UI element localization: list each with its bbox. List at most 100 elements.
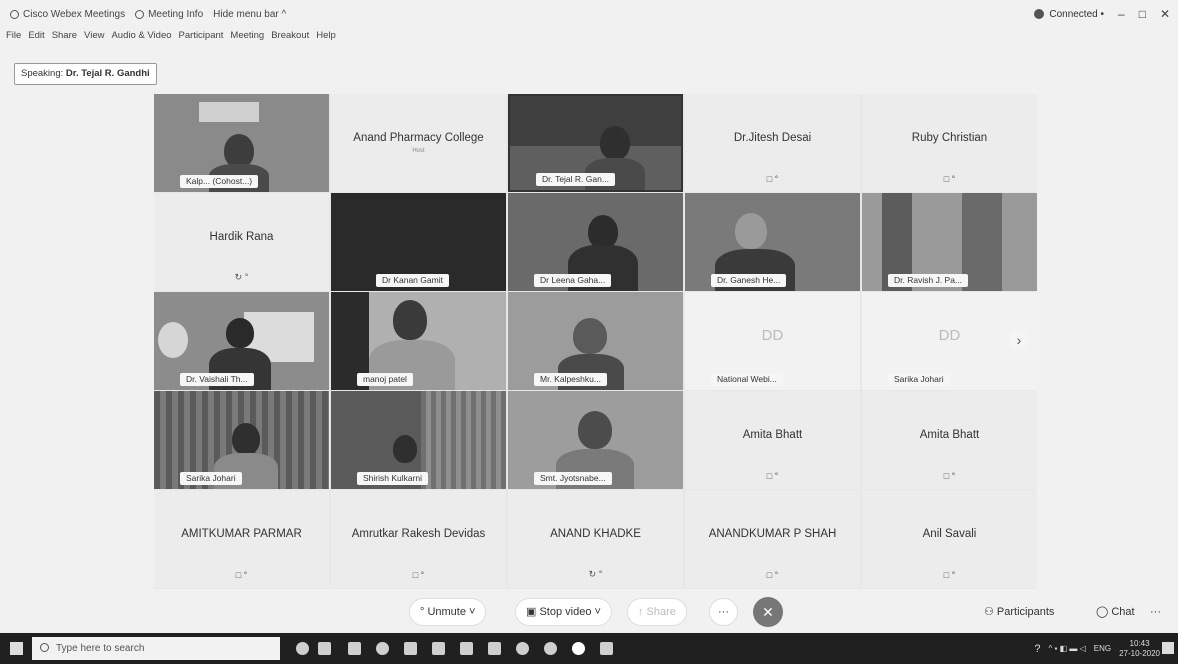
participant-head: [735, 213, 767, 249]
participant-tile[interactable]: ANAND KHADKE ↻ °: [508, 490, 683, 588]
participant-label: Dr Kanan Gamit: [376, 274, 449, 287]
notifications-icon[interactable]: [1162, 642, 1174, 654]
participant-tile[interactable]: Amrutkar Rakesh Devidas □ °: [331, 490, 506, 588]
participant-tile[interactable]: AMITKUMAR PARMAR □ °: [154, 490, 329, 588]
menu-view[interactable]: View: [84, 30, 104, 46]
avatar: DD: [761, 327, 784, 344]
participant-label: Sarika Johari: [180, 472, 242, 485]
more-options-button[interactable]: ···: [710, 599, 737, 625]
menu-audio-video[interactable]: Audio & Video: [111, 30, 171, 46]
cortana-icon[interactable]: [296, 642, 309, 655]
info-icon: [135, 9, 145, 19]
store-icon[interactable]: [404, 642, 417, 655]
end-meeting-button[interactable]: ✕: [753, 597, 783, 627]
minimize-button[interactable]: –: [1118, 7, 1125, 21]
app-title[interactable]: Cisco Webex Meetings: [10, 9, 125, 20]
menu-help[interactable]: Help: [316, 30, 336, 46]
status-icons: □ °: [943, 471, 956, 481]
edge-icon[interactable]: [376, 642, 389, 655]
participant-head: [224, 134, 254, 168]
share-button[interactable]: ↑ Share: [628, 599, 686, 625]
participant-tile[interactable]: Anand Pharmacy College Host: [331, 94, 506, 192]
participant-tile[interactable]: manoj patel: [331, 292, 506, 390]
participant-tile[interactable]: Mr. Kalpeshku...: [508, 292, 683, 390]
app-icon[interactable]: [516, 642, 529, 655]
title-bar: Cisco Webex Meetings Meeting Info Hide m…: [0, 0, 1178, 28]
participant-tile[interactable]: Dr. Ravish J. Pa...: [862, 193, 1037, 291]
participant-tile[interactable]: Shirish Kulkarni: [331, 391, 506, 489]
chrome-icon[interactable]: [544, 642, 557, 655]
participant-tile[interactable]: Amita Bhatt □ °: [862, 391, 1037, 489]
connection-status[interactable]: Connected •: [1049, 9, 1104, 20]
status-icons: □ °: [943, 174, 956, 184]
participant-label: Kalp... (Cohost...): [180, 175, 259, 188]
participant-name: Amrutkar Rakesh Devidas: [351, 528, 486, 540]
participant-tile[interactable]: Dr. Vaishali Th...: [154, 292, 329, 390]
unmute-button[interactable]: ° Unmute ˅: [410, 599, 486, 625]
menu-participant[interactable]: Participant: [179, 30, 224, 46]
stop-video-button[interactable]: ▣ Stop video ˅: [516, 599, 611, 625]
status-icons: ↻ °: [588, 569, 603, 579]
participant-tile[interactable]: DD National Webi...: [685, 292, 860, 390]
participant-tile[interactable]: Ruby Christian □ °: [862, 94, 1037, 192]
participant-tile[interactable]: DD › Sarika Johari: [862, 292, 1037, 390]
participant-tile[interactable]: Sarika Johari: [154, 391, 329, 489]
previous-page-button[interactable]: [158, 322, 188, 358]
status-icons: □ °: [235, 570, 248, 580]
app-icon[interactable]: [432, 642, 445, 655]
participant-tile[interactable]: Dr.Jitesh Desai □ °: [685, 94, 860, 192]
active-speaker-tile[interactable]: Dr. Tejal R. Gan...: [508, 94, 683, 192]
hide-menu-bar-button[interactable]: Hide menu bar ^: [213, 9, 286, 20]
participant-tile[interactable]: Dr. Ganesh He...: [685, 193, 860, 291]
participant-tile[interactable]: Kalp... (Cohost...): [154, 94, 329, 192]
menu-breakout[interactable]: Breakout: [271, 30, 309, 46]
participant-head: [393, 300, 427, 340]
menu-meeting[interactable]: Meeting: [230, 30, 264, 46]
task-view-icon[interactable]: [318, 642, 331, 655]
close-button[interactable]: ✕: [1160, 7, 1170, 21]
background-shelf: [510, 96, 681, 146]
status-icons: □ °: [412, 570, 425, 580]
app-icon[interactable]: [488, 642, 501, 655]
tray-icons[interactable]: ^ ▪ ◧ ▬ ◁: [1049, 644, 1086, 653]
participant-tile[interactable]: Smt. Jyotsnabe...: [508, 391, 683, 489]
participant-tile[interactable]: Hardik Rana ↻ °: [154, 193, 329, 291]
participant-label: Dr Leena Gaha...: [534, 274, 612, 287]
mail-icon[interactable]: [460, 642, 473, 655]
word-icon[interactable]: [600, 642, 613, 655]
connected-icon: [1034, 9, 1045, 19]
participant-label: Smt. Jyotsnabe...: [534, 472, 612, 485]
participant-label: National Webi...: [711, 373, 783, 386]
participant-name: Hardik Rana: [209, 231, 274, 243]
participant-name: ANAND KHADKE: [550, 528, 641, 540]
participant-name: Amita Bhatt: [742, 429, 803, 441]
background-frame: [199, 102, 259, 122]
file-explorer-icon[interactable]: [348, 642, 361, 655]
menu-edit[interactable]: Edit: [28, 30, 44, 46]
clock[interactable]: 10:43 27-10-2020: [1119, 639, 1160, 659]
status-icons: ↻ °: [234, 272, 249, 282]
taskbar-search[interactable]: Type here to search: [32, 637, 280, 660]
maximize-button[interactable]: □: [1139, 7, 1146, 21]
host-tag: Host: [412, 148, 425, 154]
language-indicator[interactable]: ENG: [1094, 644, 1111, 653]
participant-label: Dr. Tejal R. Gan...: [536, 173, 615, 186]
next-page-button[interactable]: ›: [1009, 330, 1029, 350]
participant-tile[interactable]: Amita Bhatt □ °: [685, 391, 860, 489]
chat-button[interactable]: ◯ Chat: [1096, 599, 1135, 625]
more-right-button[interactable]: ···: [1150, 599, 1161, 625]
participant-tile[interactable]: ANANDKUMAR P SHAH □ °: [685, 490, 860, 588]
participant-label: Shirish Kulkarni: [357, 472, 429, 485]
meeting-controls: ° Unmute ˅ ▣ Stop video ˅ ↑ Share ··· ✕ …: [0, 596, 1178, 630]
participant-tile[interactable]: Dr Kanan Gamit: [331, 193, 506, 291]
clock-date: 27-10-2020: [1119, 648, 1160, 658]
participants-button[interactable]: ⚇ Participants: [984, 599, 1054, 625]
menu-share[interactable]: Share: [52, 30, 77, 46]
participant-tile[interactable]: Anil Savali □ °: [862, 490, 1037, 588]
webex-taskbar-icon[interactable]: [572, 642, 585, 655]
participant-tile[interactable]: Dr Leena Gaha...: [508, 193, 683, 291]
meeting-info-button[interactable]: Meeting Info: [135, 9, 203, 20]
windows-start-icon[interactable]: [10, 642, 23, 655]
menu-file[interactable]: File: [6, 30, 21, 46]
help-icon[interactable]: ?: [1034, 643, 1040, 655]
